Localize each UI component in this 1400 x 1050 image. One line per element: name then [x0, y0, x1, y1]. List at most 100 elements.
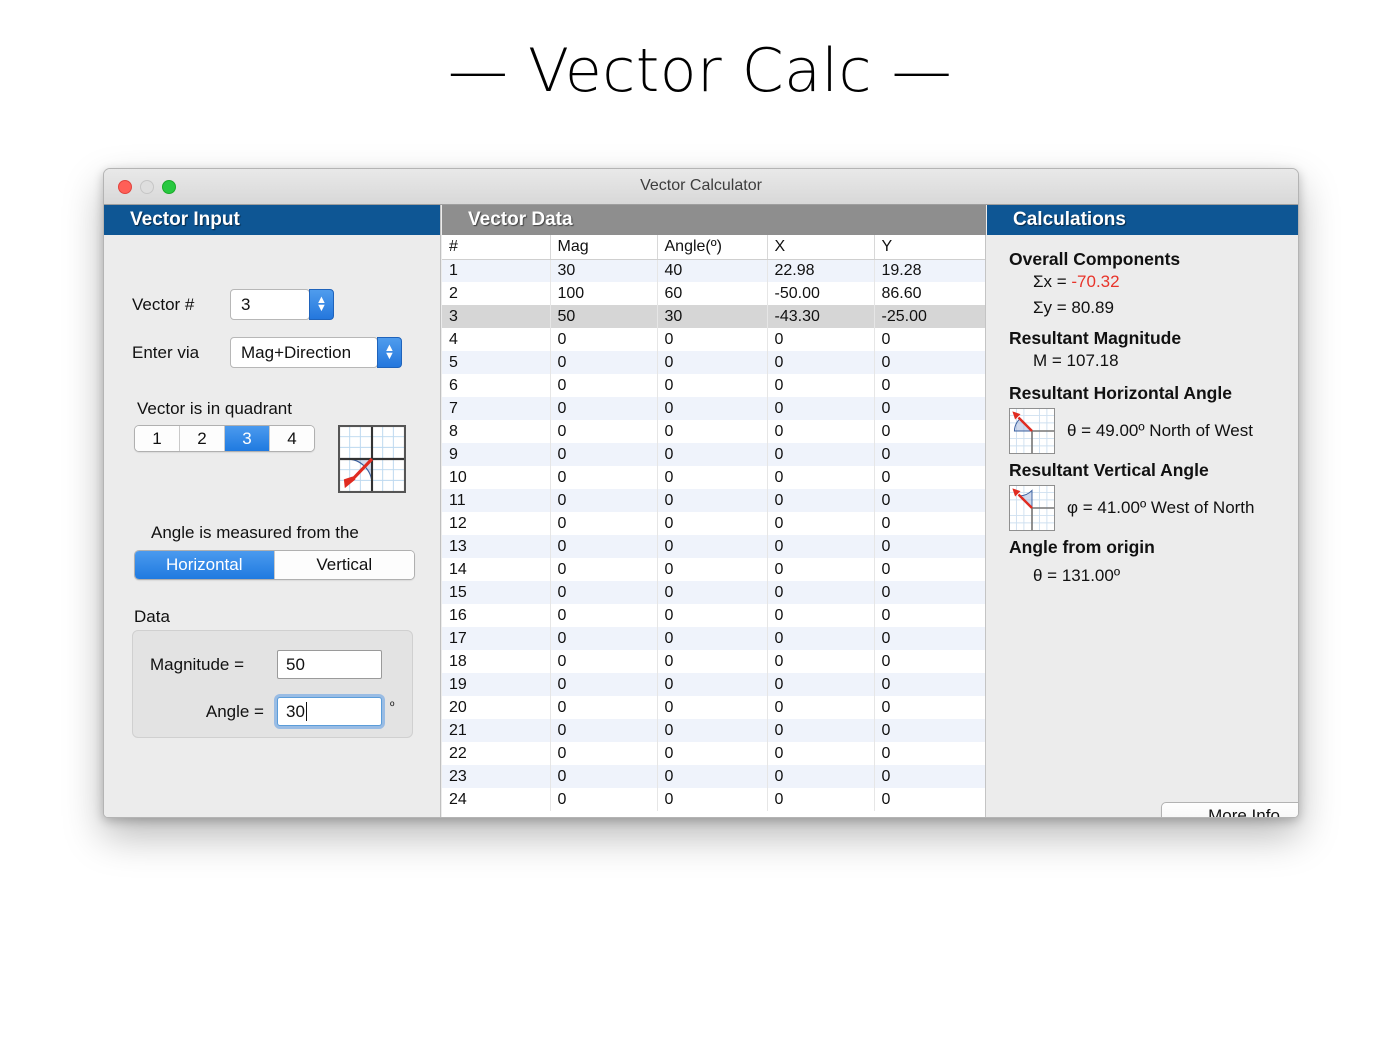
table-cell[interactable]: 0 — [550, 420, 658, 443]
table-cell[interactable]: -43.30 — [767, 305, 875, 328]
table-cell[interactable]: 0 — [874, 512, 985, 535]
table-cell[interactable]: 23 — [442, 765, 551, 788]
table-cell[interactable]: 0 — [767, 765, 875, 788]
table-cell[interactable]: 1 — [442, 259, 551, 282]
table-cell[interactable]: 30 — [657, 305, 768, 328]
enter-via-value[interactable]: Mag+Direction — [230, 337, 378, 368]
table-row[interactable]: 12 0 0 0 0 — [442, 512, 985, 535]
table-cell[interactable]: 16 — [442, 604, 551, 627]
table-cell[interactable]: 5 — [442, 351, 551, 374]
table-cell[interactable]: 0 — [550, 673, 658, 696]
table-cell[interactable]: 30 — [550, 259, 658, 282]
table-row[interactable]: 17 0 0 0 0 — [442, 627, 985, 650]
table-cell[interactable]: 0 — [874, 397, 985, 420]
table-row[interactable]: 1 30 40 22.98 19.28 — [442, 259, 985, 282]
table-cell[interactable]: 0 — [767, 351, 875, 374]
table-cell[interactable]: 18 — [442, 650, 551, 673]
table-cell[interactable]: 0 — [657, 512, 768, 535]
vector-number-stepper[interactable]: 3 ▲ ▼ — [230, 289, 334, 320]
table-row[interactable]: 23 0 0 0 0 — [442, 765, 985, 788]
quadrant-option-1[interactable]: 1 — [135, 426, 180, 451]
table-row[interactable]: 15 0 0 0 0 — [442, 581, 985, 604]
table-cell[interactable]: 9 — [442, 443, 551, 466]
table-row[interactable]: 13 0 0 0 0 — [442, 535, 985, 558]
table-cell[interactable]: 0 — [657, 489, 768, 512]
table-cell[interactable]: 0 — [874, 489, 985, 512]
table-row[interactable]: 10 0 0 0 0 — [442, 466, 985, 489]
table-row[interactable]: 40000 — [442, 328, 985, 351]
table-cell[interactable]: 0 — [657, 466, 768, 489]
table-cell[interactable]: 0 — [550, 581, 658, 604]
table-cell[interactable]: 0 — [767, 673, 875, 696]
table-cell[interactable]: 0 — [550, 788, 658, 811]
table-cell[interactable]: 0 — [874, 443, 985, 466]
table-cell[interactable]: 0 — [657, 351, 768, 374]
table-cell[interactable]: 0 — [550, 765, 658, 788]
table-cell[interactable]: 0 — [550, 558, 658, 581]
table-cell[interactable]: 0 — [550, 466, 658, 489]
table-row[interactable]: 20 0 0 0 0 — [442, 696, 985, 719]
table-cell[interactable]: 12 — [442, 512, 551, 535]
table-cell[interactable]: 0 — [657, 558, 768, 581]
table-cell[interactable]: 0 — [657, 374, 768, 397]
table-cell[interactable]: 0 — [874, 673, 985, 696]
table-column-header-2[interactable]: Angle(º) — [657, 235, 768, 260]
table-column-header-0[interactable]: # — [442, 235, 551, 260]
table-cell[interactable]: 0 — [767, 627, 875, 650]
table-cell[interactable]: 0 — [767, 696, 875, 719]
table-cell[interactable]: 22.98 — [767, 259, 875, 282]
angle-from-segmented-control[interactable]: Horizontal Vertical — [134, 550, 415, 580]
table-cell[interactable]: 15 — [442, 581, 551, 604]
table-row[interactable]: 90000 — [442, 443, 985, 466]
more-info-button[interactable]: More Info — [1161, 802, 1298, 817]
table-cell[interactable]: 0 — [550, 696, 658, 719]
table-cell[interactable]: 0 — [550, 443, 658, 466]
chevron-down-icon[interactable]: ▼ — [384, 350, 395, 361]
table-cell[interactable]: 0 — [874, 719, 985, 742]
table-cell[interactable]: 0 — [550, 627, 658, 650]
table-row[interactable]: 24 0 0 0 0 — [442, 788, 985, 811]
table-cell[interactable]: 0 — [657, 719, 768, 742]
table-cell[interactable]: 0 — [767, 535, 875, 558]
table-cell[interactable]: 40 — [657, 259, 768, 282]
table-cell[interactable]: 0 — [767, 581, 875, 604]
quadrant-option-2[interactable]: 2 — [180, 426, 225, 451]
table-cell[interactable]: 20 — [442, 696, 551, 719]
table-row[interactable]: 19 0 0 0 0 — [442, 673, 985, 696]
table-cell[interactable]: 0 — [874, 765, 985, 788]
table-column-header-4[interactable]: Y — [874, 235, 985, 260]
quadrant-option-3[interactable]: 3 — [225, 426, 270, 451]
table-cell[interactable]: 86.60 — [874, 282, 985, 305]
table-cell[interactable]: 0 — [657, 328, 768, 351]
vector-number-stepper-buttons[interactable]: ▲ ▼ — [309, 289, 334, 320]
table-cell[interactable]: 0 — [767, 420, 875, 443]
table-body[interactable]: 1 30 40 22.98 19.28 2 100 60 -50.00 86.60 3 50 30 -43… — [442, 259, 985, 811]
table-cell[interactable]: 0 — [657, 604, 768, 627]
table-cell[interactable]: 0 — [657, 742, 768, 765]
vector-data-table[interactable]: # Mag Angle(º) X Y 1 30 40 22.98 19.28 2 100 60 -50.… — [442, 235, 985, 811]
table-cell[interactable]: 60 — [657, 282, 768, 305]
magnitude-input[interactable]: 50 — [277, 650, 382, 679]
quadrant-option-4[interactable]: 4 — [270, 426, 314, 451]
table-cell[interactable]: 17 — [442, 627, 551, 650]
table-cell[interactable]: 0 — [657, 581, 768, 604]
table-cell[interactable]: 0 — [550, 535, 658, 558]
table-cell[interactable]: 0 — [657, 535, 768, 558]
table-row[interactable]: 14 0 0 0 0 — [442, 558, 985, 581]
table-cell[interactable]: 19 — [442, 673, 551, 696]
table-cell[interactable]: 0 — [874, 558, 985, 581]
table-cell[interactable]: 4 — [442, 328, 551, 351]
table-cell[interactable]: -25.00 — [874, 305, 985, 328]
table-cell[interactable]: 0 — [767, 788, 875, 811]
table-cell[interactable]: 0 — [657, 420, 768, 443]
table-cell[interactable]: 0 — [657, 696, 768, 719]
table-cell[interactable]: 0 — [874, 604, 985, 627]
table-row[interactable]: 22 0 0 0 0 — [442, 742, 985, 765]
table-cell[interactable]: 6 — [442, 374, 551, 397]
table-row[interactable]: 80000 — [442, 420, 985, 443]
table-cell[interactable]: 0 — [767, 604, 875, 627]
table-cell[interactable]: 0 — [767, 466, 875, 489]
table-cell[interactable]: 0 — [767, 397, 875, 420]
table-cell[interactable]: 0 — [550, 719, 658, 742]
table-cell[interactable]: 3 — [442, 305, 551, 328]
